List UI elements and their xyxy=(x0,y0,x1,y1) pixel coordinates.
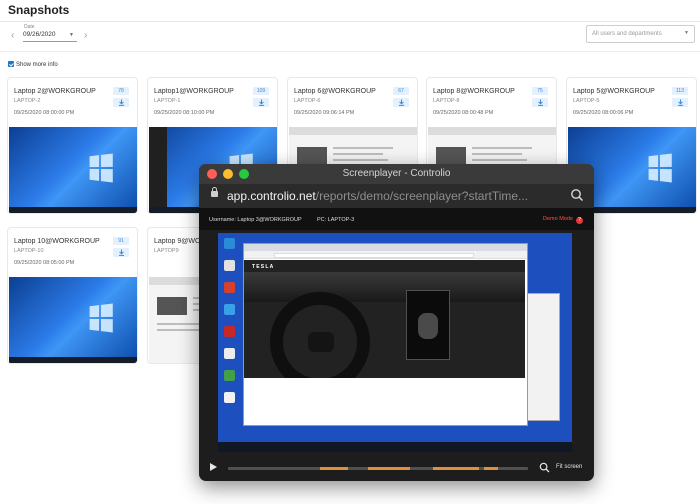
desktop-shortcut-icon xyxy=(223,238,235,249)
activity-segment xyxy=(368,467,410,470)
snapshot-user: Laptop 5@WORKGROUP xyxy=(573,88,655,95)
download-icon[interactable] xyxy=(532,98,548,107)
snapshot-pc: LAPTOP-5 xyxy=(573,98,600,104)
player-controls: Fit screen xyxy=(199,456,594,481)
chevron-down-icon: ▼ xyxy=(684,30,689,36)
search-icon[interactable] xyxy=(570,188,584,202)
tesla-logo: TESLA xyxy=(252,264,275,270)
window-titlebar: Screenplayer - Controlio xyxy=(199,164,594,184)
lock-icon xyxy=(211,187,218,197)
playback-timeline[interactable] xyxy=(228,467,528,470)
snapshot-count-badge: 109 xyxy=(253,87,269,95)
snapshot-user: Laptop 6@WORKGROUP xyxy=(294,88,376,95)
snapshot-pc: LAPTOP-2 xyxy=(14,98,41,104)
snapshot-time: 09/25/2020 08:00:06 PM xyxy=(573,110,634,116)
users-select[interactable]: All users and departments ▼ xyxy=(586,25,695,43)
tesla-page-hero: TESLA xyxy=(244,260,525,378)
snapshot-count-badge: 91 xyxy=(113,237,129,245)
desktop-shortcut-icon xyxy=(223,260,235,271)
screen-recording-frame: TESLA xyxy=(218,233,572,452)
download-icon[interactable] xyxy=(113,98,129,107)
chevron-down-icon[interactable]: ▼ xyxy=(69,32,74,38)
download-icon[interactable] xyxy=(253,98,269,107)
windows-logo-icon xyxy=(89,303,113,333)
page-title: Snapshots xyxy=(8,3,70,17)
url-text[interactable]: app.controlio.net/reports/demo/screenpla… xyxy=(227,189,561,203)
snapshot-user: Laptop1@WORKGROUP xyxy=(154,88,234,95)
url-bar[interactable]: app.controlio.net/reports/demo/screenpla… xyxy=(199,184,594,208)
desktop-shortcut-icon xyxy=(223,282,235,293)
snapshot-time: 09/25/2020 09:06:14 PM xyxy=(294,110,355,116)
browser-address-bar xyxy=(244,251,527,259)
activity-segment xyxy=(320,467,348,470)
pc-info: PC: LAPTOP-3 xyxy=(317,217,355,223)
snapshot-thumbnail[interactable] xyxy=(9,277,137,363)
windows-logo-icon xyxy=(648,153,672,183)
snapshot-count-badge: 75 xyxy=(532,87,548,95)
chevron-right-icon[interactable]: › xyxy=(84,30,87,41)
download-icon[interactable] xyxy=(672,98,688,107)
show-more-label: Show more info xyxy=(16,62,58,68)
snapshot-thumbnail[interactable] xyxy=(9,127,137,213)
snapshot-card[interactable]: Laptop 10@WORKGROUP LAPTOP-10 09/25/2020 0… xyxy=(7,227,138,364)
chevron-left-icon[interactable]: ‹ xyxy=(11,30,14,41)
snapshot-pc: LAPTOP9 xyxy=(154,248,179,254)
desktop-icons xyxy=(221,233,237,433)
snapshot-time: 09/25/2020 08:10:00 PM xyxy=(154,110,215,116)
date-label: Date xyxy=(24,24,35,30)
download-icon[interactable] xyxy=(113,248,129,257)
browser-tabs xyxy=(244,244,527,251)
snapshot-pc: LAPTOP-1 xyxy=(154,98,181,104)
snapshot-pc: LAPTOP-8 xyxy=(433,98,460,104)
help-icon[interactable]: ? xyxy=(576,217,583,224)
snapshot-time: 09/25/2020 08:00:00 PM xyxy=(14,110,75,116)
center-screen-shape xyxy=(406,290,450,360)
users-select-label: All users and departments xyxy=(592,31,662,37)
snapshot-time: 09/25/2020 08:00:48 PM xyxy=(433,110,494,116)
snapshot-count-badge: 67 xyxy=(393,87,409,95)
background-window xyxy=(524,293,560,421)
activity-segment xyxy=(484,467,498,470)
filter-bar: Date ‹ 09/26/2020 ▼ › All users and depa… xyxy=(0,22,700,52)
demo-mode-label: Demo Mode xyxy=(543,216,573,222)
snapshot-count-badge: 78 xyxy=(113,87,129,95)
session-info-bar: Username: Laptop 3@WORKGROUP PC: LAPTOP-… xyxy=(199,208,594,230)
windows-logo-icon xyxy=(89,153,113,183)
url-path: /reports/demo/screenplayer?startTime... xyxy=(315,189,529,203)
snapshot-user: Laptop 10@WORKGROUP xyxy=(14,238,100,245)
dashboard-shape xyxy=(244,272,525,302)
snapshot-pc: LAPTOP-6 xyxy=(294,98,321,104)
steering-hub-shape xyxy=(308,332,334,352)
snapshot-pc: LAPTOP-10 xyxy=(14,248,44,254)
desktop-shortcut-icon xyxy=(223,326,235,337)
username-info: Username: Laptop 3@WORKGROUP xyxy=(209,217,302,223)
top-bar: Snapshots xyxy=(0,0,700,22)
desktop-shortcut-icon xyxy=(223,392,235,403)
url-host: app.controlio.net xyxy=(227,189,316,203)
snapshot-time: 09/25/2020 08:05:00 PM xyxy=(14,260,75,266)
snapshot-card[interactable]: Laptop 2@WORKGROUP LAPTOP-2 09/25/2020 08:… xyxy=(7,77,138,214)
zoom-icon[interactable] xyxy=(539,462,550,473)
desktop-shortcut-icon xyxy=(223,370,235,381)
download-icon[interactable] xyxy=(393,98,409,107)
show-more-toggle[interactable]: Show more info xyxy=(8,61,58,68)
window-title: Screenplayer - Controlio xyxy=(342,168,451,179)
windows-taskbar xyxy=(218,442,572,452)
snapshot-count-badge: 113 xyxy=(672,87,688,95)
fit-screen-button[interactable]: Fit screen xyxy=(556,464,582,470)
snapshot-user: Laptop 2@WORKGROUP xyxy=(14,88,96,95)
recorded-browser-window: TESLA xyxy=(243,243,528,426)
checkbox-icon[interactable] xyxy=(8,61,14,67)
play-icon[interactable] xyxy=(210,463,217,471)
activity-segment xyxy=(433,467,479,470)
desktop-shortcut-icon xyxy=(223,304,235,315)
snapshot-user: Laptop 8@WORKGROUP xyxy=(433,88,515,95)
screenplayer-window: Screenplayer - Controlio app.controlio.n… xyxy=(199,164,594,481)
desktop-shortcut-icon xyxy=(223,348,235,359)
demo-mode-indicator: Demo Mode? xyxy=(543,216,583,224)
